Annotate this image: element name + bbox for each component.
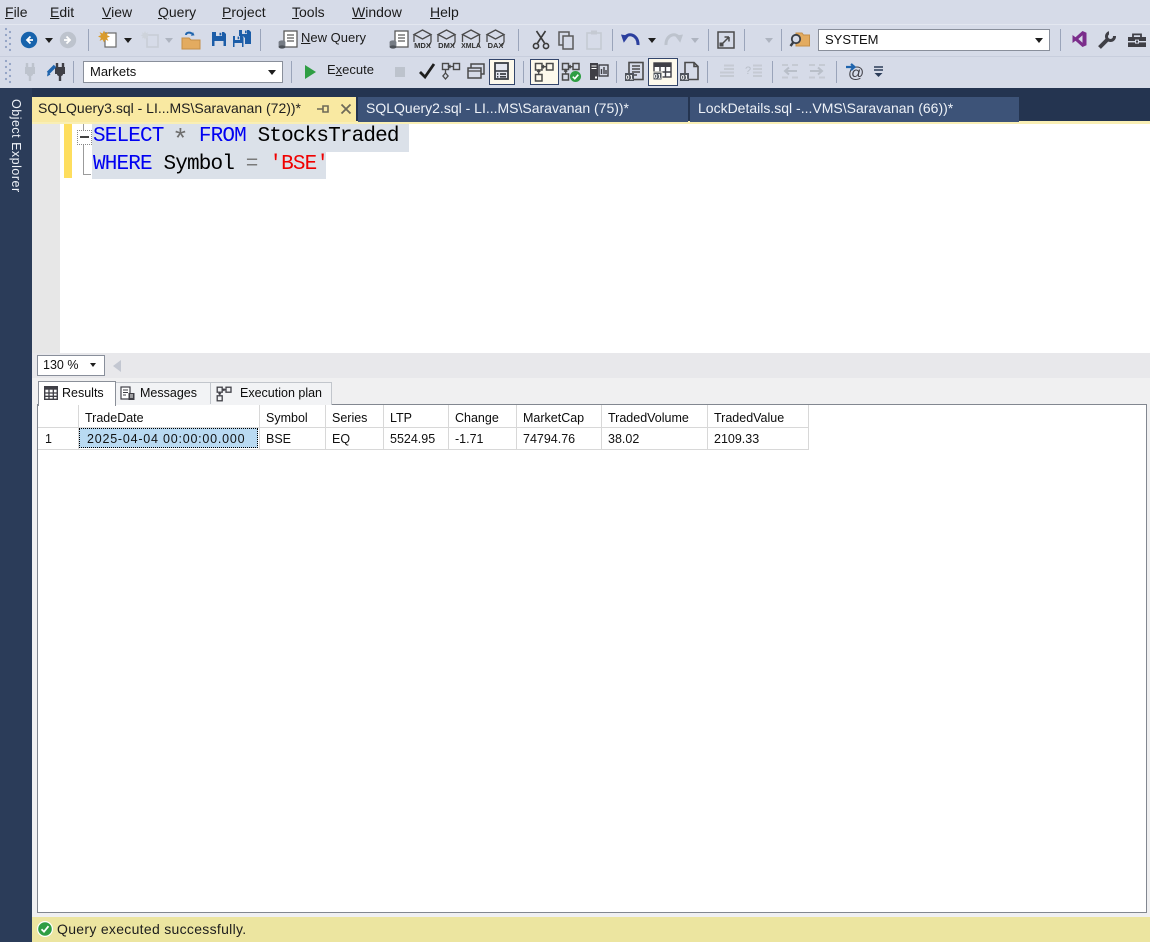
- svg-text:DAX: DAX: [488, 41, 504, 50]
- svg-text:01: 01: [654, 74, 662, 81]
- svg-text:01: 01: [681, 75, 689, 82]
- svg-text:DMX: DMX: [438, 41, 455, 50]
- svg-text:MDX: MDX: [414, 41, 431, 50]
- svg-text:?: ?: [745, 65, 751, 77]
- svg-text:01: 01: [626, 75, 634, 82]
- svg-text:XMLA: XMLA: [461, 43, 481, 50]
